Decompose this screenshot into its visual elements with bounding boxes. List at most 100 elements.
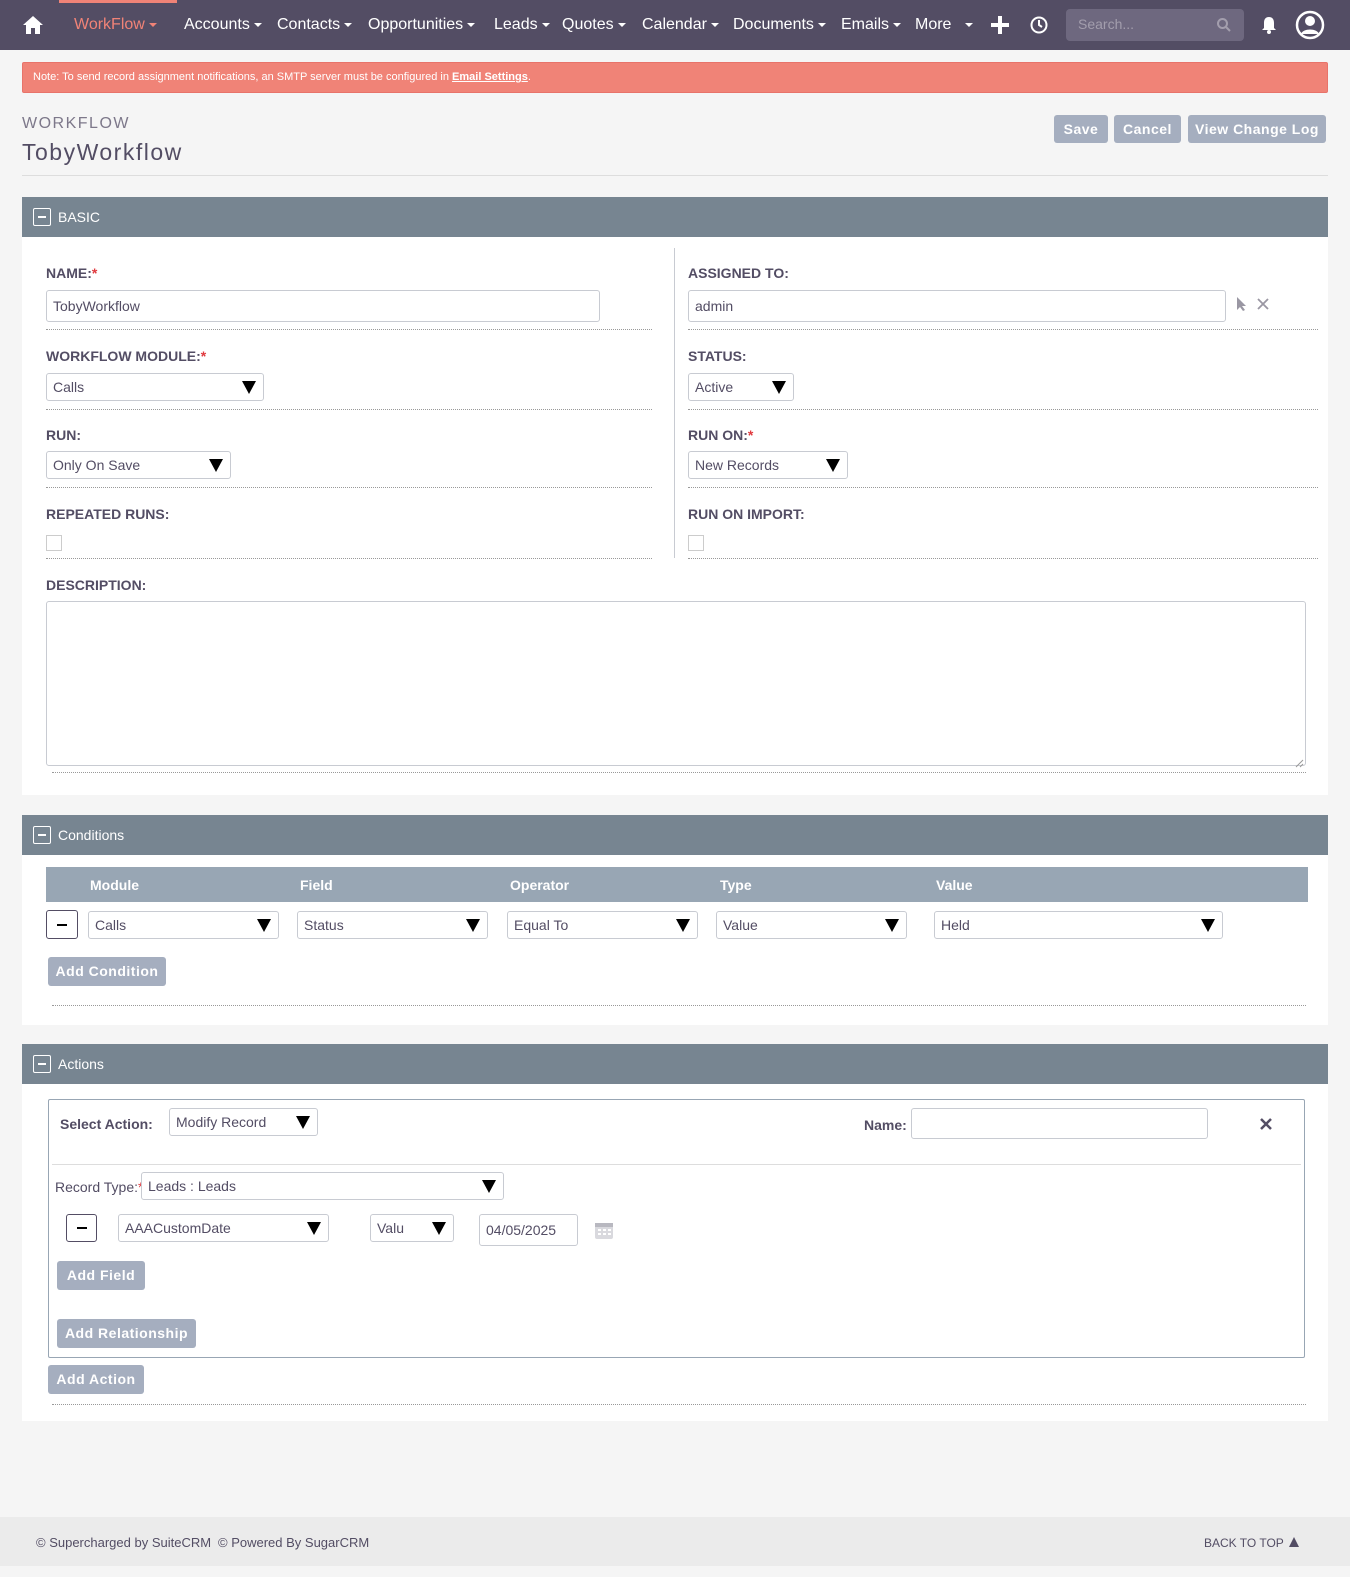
nav-calendar[interactable]: Calendar bbox=[642, 0, 719, 50]
row-separator bbox=[52, 772, 1306, 773]
selected-value: Leads : Leads bbox=[148, 1178, 236, 1194]
nav-leads[interactable]: Leads bbox=[494, 0, 550, 50]
selected-value: New Records bbox=[695, 457, 780, 473]
calendar-icon[interactable] bbox=[594, 1220, 614, 1240]
column-header-field: Field bbox=[300, 877, 333, 893]
conditions-panel: Module Field Operator Type Value Calls S… bbox=[22, 855, 1328, 1025]
resize-handle-icon[interactable] bbox=[1295, 755, 1304, 768]
workflow-module-label: WORKFLOW MODULE:* bbox=[46, 348, 207, 364]
history-icon[interactable] bbox=[1029, 15, 1049, 35]
repeated-runs-checkbox[interactable] bbox=[46, 535, 62, 551]
field-name-select[interactable]: AAACustomDate bbox=[118, 1214, 329, 1242]
save-button[interactable]: Save bbox=[1054, 115, 1108, 143]
assigned-to-input[interactable]: admin bbox=[688, 290, 1226, 322]
dropdown-arrow-icon bbox=[885, 919, 899, 932]
action-divider bbox=[52, 1164, 1301, 1165]
dropdown-arrow-icon bbox=[482, 1180, 496, 1193]
selected-value: Only On Save bbox=[53, 457, 141, 473]
nav-emails[interactable]: Emails bbox=[841, 0, 902, 50]
search-box[interactable]: Search... bbox=[1066, 9, 1244, 41]
dropdown-arrow-icon bbox=[676, 919, 690, 932]
selected-value: Modify Record bbox=[176, 1114, 267, 1130]
view-change-log-button[interactable]: View Change Log bbox=[1188, 115, 1326, 143]
field-type-select[interactable]: Valu bbox=[370, 1214, 454, 1242]
dropdown-arrow-icon bbox=[432, 1222, 446, 1235]
selected-value: AAACustomDate bbox=[125, 1220, 231, 1236]
workflow-module-select[interactable]: Calls bbox=[46, 373, 264, 401]
description-label: DESCRIPTION: bbox=[46, 577, 147, 593]
nav-workflow[interactable]: WorkFlow bbox=[74, 0, 157, 50]
nav-more[interactable]: More bbox=[915, 0, 974, 50]
module-label: WORKFLOW bbox=[22, 115, 130, 132]
user-icon[interactable] bbox=[1295, 10, 1325, 40]
run-on-import-checkbox[interactable] bbox=[688, 535, 704, 551]
search-placeholder: Search... bbox=[1078, 16, 1135, 32]
bell-icon[interactable] bbox=[1259, 15, 1279, 35]
nav-documents[interactable]: Documents bbox=[733, 0, 826, 50]
name-label: NAME:* bbox=[46, 265, 98, 281]
suitecrm-credit[interactable]: © Supercharged by SuiteCRM bbox=[36, 1535, 211, 1550]
arrow-up-icon[interactable] bbox=[1288, 1536, 1300, 1548]
nav-quotes[interactable]: Quotes bbox=[562, 0, 626, 50]
back-to-top-link[interactable]: BACK TO TOP bbox=[1204, 1536, 1284, 1550]
basic-panel: NAME:* TobyWorkflow WORKFLOW MODULE:* Ca… bbox=[22, 237, 1328, 795]
row-separator bbox=[46, 487, 652, 488]
description-textarea[interactable] bbox=[46, 601, 1306, 766]
smtp-alert: Note: To send record assignment notifica… bbox=[22, 62, 1328, 93]
condition-value-select[interactable]: Held bbox=[934, 911, 1223, 939]
cancel-button[interactable]: Cancel bbox=[1114, 115, 1181, 143]
column-header-module: Module bbox=[90, 877, 139, 893]
add-action-button[interactable]: Add Action bbox=[48, 1365, 144, 1394]
collapse-icon[interactable] bbox=[33, 208, 51, 226]
add-condition-button[interactable]: Add Condition bbox=[48, 957, 166, 986]
name-input[interactable]: TobyWorkflow bbox=[46, 290, 600, 322]
dropdown-arrow-icon bbox=[826, 459, 840, 472]
nav-accounts[interactable]: Accounts bbox=[184, 0, 262, 50]
select-cursor-icon[interactable] bbox=[1235, 296, 1249, 312]
actions-panel-header[interactable]: Actions bbox=[22, 1044, 1328, 1084]
basic-panel-header[interactable]: BASIC bbox=[22, 197, 1328, 237]
select-action-dropdown[interactable]: Modify Record bbox=[169, 1108, 318, 1136]
plus-icon[interactable] bbox=[990, 15, 1010, 35]
home-icon[interactable] bbox=[22, 14, 44, 36]
column-header-value: Value bbox=[936, 877, 973, 893]
panel-title: BASIC bbox=[58, 209, 101, 225]
search-icon[interactable] bbox=[1216, 17, 1232, 33]
column-divider bbox=[674, 248, 675, 558]
condition-module-select[interactable]: Calls bbox=[88, 911, 279, 939]
status-select[interactable]: Active bbox=[688, 373, 794, 401]
page-title: TobyWorkflow bbox=[22, 139, 183, 165]
selected-value: Calls bbox=[95, 917, 127, 933]
add-field-button[interactable]: Add Field bbox=[57, 1261, 145, 1290]
remove-field-button[interactable] bbox=[66, 1214, 97, 1242]
clear-icon[interactable] bbox=[1257, 297, 1269, 310]
record-type-select[interactable]: Leads : Leads bbox=[141, 1172, 504, 1200]
column-header-operator: Operator bbox=[510, 877, 570, 893]
condition-type-select[interactable]: Value bbox=[716, 911, 907, 939]
add-relationship-button[interactable]: Add Relationship bbox=[57, 1319, 196, 1348]
alert-text: Note: To send record assignment notifica… bbox=[33, 71, 449, 83]
actions-panel: Select Action: Modify Record Name: Recor… bbox=[22, 1084, 1328, 1421]
run-on-select[interactable]: New Records bbox=[688, 451, 848, 479]
conditions-panel-header[interactable]: Conditions bbox=[22, 815, 1328, 855]
selected-value: Status bbox=[304, 917, 344, 933]
dropdown-arrow-icon bbox=[242, 381, 256, 394]
nav-contacts[interactable]: Contacts bbox=[277, 0, 353, 50]
collapse-icon[interactable] bbox=[33, 826, 51, 844]
condition-field-select[interactable]: Status bbox=[297, 911, 488, 939]
record-type-label: Record Type:* bbox=[55, 1179, 143, 1195]
sugarcrm-credit[interactable]: © Powered By SugarCRM bbox=[218, 1535, 369, 1550]
action-name-input[interactable] bbox=[911, 1108, 1208, 1139]
nav-opportunities[interactable]: Opportunities bbox=[368, 0, 476, 50]
collapse-icon[interactable] bbox=[33, 1055, 51, 1073]
dropdown-arrow-icon bbox=[296, 1116, 310, 1129]
run-select[interactable]: Only On Save bbox=[46, 451, 231, 479]
run-on-label: RUN ON:* bbox=[688, 427, 754, 443]
email-settings-link[interactable]: Email Settings bbox=[452, 71, 528, 83]
run-label: RUN: bbox=[46, 427, 81, 443]
close-icon[interactable] bbox=[1260, 1117, 1272, 1130]
condition-operator-select[interactable]: Equal To bbox=[507, 911, 698, 939]
date-input[interactable]: 04/05/2025 bbox=[479, 1214, 578, 1246]
status-label: STATUS: bbox=[688, 348, 747, 364]
remove-condition-button[interactable] bbox=[46, 910, 78, 939]
